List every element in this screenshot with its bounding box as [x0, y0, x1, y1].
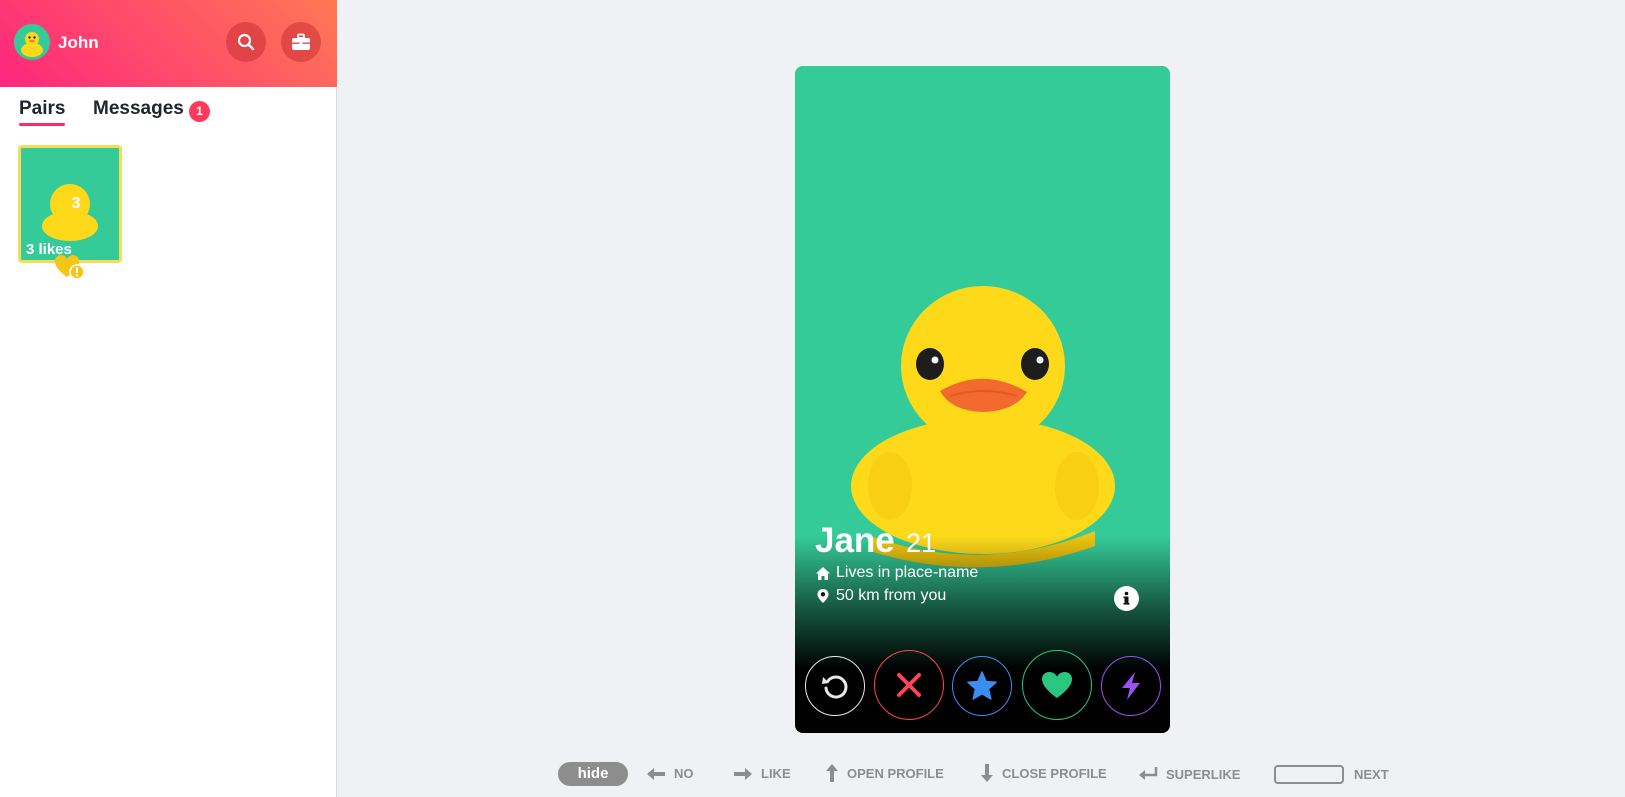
user-name[interactable]: John	[58, 33, 99, 53]
nope-button[interactable]	[874, 650, 944, 720]
hint-no-label: NO	[674, 766, 694, 781]
hint-like-label: LIKE	[761, 766, 791, 781]
sidebar-header: John	[0, 0, 337, 87]
messages-badge: 1	[189, 101, 210, 122]
tab-pairs[interactable]: Pairs	[19, 98, 66, 126]
location-pin-icon	[817, 589, 829, 603]
tab-pairs-label: Pairs	[19, 98, 66, 119]
hint-open-profile: OPEN PROFILE	[825, 763, 944, 783]
hint-superlike-label: SUPERLIKE	[1166, 766, 1241, 782]
work-mode-button[interactable]	[281, 22, 321, 62]
superlike-button[interactable]	[952, 656, 1012, 716]
rewind-icon	[822, 675, 848, 699]
arrow-left-icon	[647, 767, 665, 780]
hide-hints-button[interactable]: hide	[558, 762, 628, 786]
briefcase-icon	[292, 33, 310, 50]
gold-heart-icon	[55, 255, 85, 280]
arrow-right-icon	[734, 767, 752, 780]
distance-text: 50 km from you	[836, 587, 947, 604]
home-info: Lives in place-name	[815, 564, 978, 582]
sidebar: John Pairs Messages 1 3 3 likes	[0, 0, 337, 797]
hint-next: NEXT	[1274, 765, 1389, 784]
rewind-button[interactable]	[805, 656, 865, 716]
heart-icon	[1042, 672, 1072, 698]
hint-close-label: CLOSE PROFILE	[1002, 765, 1107, 781]
likes-card[interactable]: 3 3 likes	[18, 145, 122, 263]
arrow-up-icon	[826, 764, 838, 782]
profile-name: Jane	[815, 521, 895, 560]
profile-card[interactable]: Jane 21 Lives in place-name 50 km from y…	[795, 66, 1170, 733]
close-icon	[897, 673, 921, 697]
spacebar-icon	[1274, 765, 1344, 784]
info-icon	[1123, 591, 1130, 605]
search-button[interactable]	[226, 22, 266, 62]
profile-age: 21	[906, 528, 937, 558]
hint-next-label: NEXT	[1354, 767, 1389, 782]
likes-count: 3	[71, 195, 81, 212]
active-tab-indicator	[19, 123, 65, 126]
hint-close-profile: CLOSE PROFILE	[980, 763, 1107, 783]
open-profile-button[interactable]	[1114, 586, 1139, 611]
hint-open-label: OPEN PROFILE	[847, 765, 944, 781]
user-avatar[interactable]	[14, 24, 50, 60]
home-icon	[816, 566, 830, 580]
hint-superlike: SUPERLIKE	[1138, 766, 1240, 782]
search-icon	[237, 33, 255, 51]
duck-avatar-icon	[21, 32, 43, 57]
enter-key-icon	[1139, 767, 1158, 780]
home-text: Lives in place-name	[836, 564, 979, 581]
arrow-down-icon	[981, 764, 993, 782]
lightning-icon	[1122, 672, 1140, 700]
hint-no: NO	[646, 766, 694, 781]
distance-info: 50 km from you	[815, 587, 946, 605]
star-icon	[967, 671, 997, 700]
boost-button[interactable]	[1101, 656, 1161, 716]
like-button[interactable]	[1022, 650, 1092, 720]
hint-like: LIKE	[733, 766, 791, 781]
tab-messages-label: Messages	[93, 98, 184, 119]
tab-messages[interactable]: Messages	[93, 98, 184, 120]
